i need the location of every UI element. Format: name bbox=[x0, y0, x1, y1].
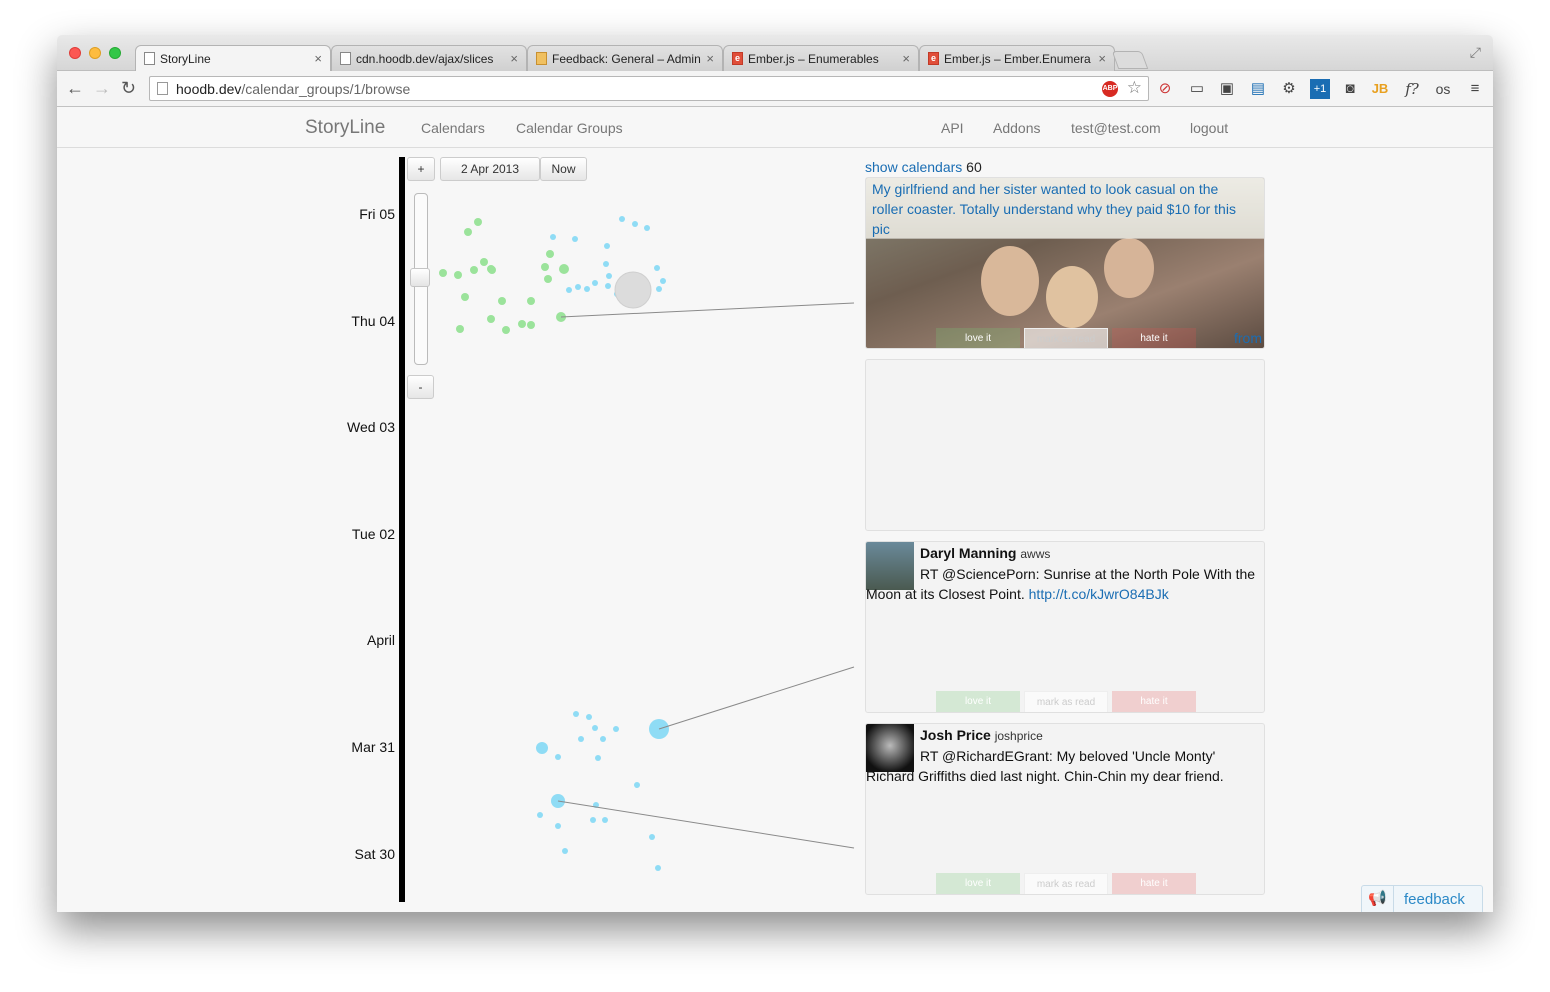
page-icon bbox=[340, 52, 351, 65]
author-handle[interactable]: awws bbox=[1020, 547, 1050, 561]
browser-toolbar: ← → ↻ hoodb.dev/calendar_groups/1/browse… bbox=[57, 71, 1493, 107]
from-link[interactable]: from bbox=[1234, 330, 1262, 346]
feedback-button[interactable]: 📢 feedback bbox=[1361, 885, 1483, 912]
tweet-card[interactable]: Josh Price joshprice RT @RichardEGrant: … bbox=[865, 723, 1265, 895]
close-tab-icon[interactable]: × bbox=[1098, 51, 1106, 66]
nav-logout[interactable]: logout bbox=[1190, 120, 1228, 136]
app-navbar: StoryLine Calendars Calendar Groups API … bbox=[57, 107, 1493, 148]
back-icon[interactable]: ← bbox=[66, 78, 84, 99]
tab-extension-icon[interactable]: ▭ bbox=[1187, 79, 1207, 99]
brand-logo[interactable]: StoryLine bbox=[305, 117, 385, 139]
mark-as-read-button[interactable]: mark as read bbox=[1024, 873, 1108, 894]
story-caption[interactable]: My girlfriend and her sister wanted to l… bbox=[866, 178, 1264, 239]
fullscreen-icon[interactable]: ⤢ bbox=[1470, 44, 1481, 61]
hate-it-button[interactable]: hate it bbox=[1112, 691, 1196, 712]
day-label: Thu 04 bbox=[351, 313, 395, 329]
nav-api[interactable]: API bbox=[941, 120, 964, 136]
nav-addons[interactable]: Addons bbox=[993, 120, 1040, 136]
photo-story-card[interactable]: My girlfriend and her sister wanted to l… bbox=[865, 177, 1265, 349]
adblock-icon[interactable]: ABP bbox=[1102, 81, 1118, 97]
tweet-link[interactable]: http://t.co/kJwrO84BJk bbox=[1029, 586, 1169, 602]
jb-icon[interactable]: JB bbox=[1370, 79, 1390, 99]
zoom-in-button[interactable]: + bbox=[407, 157, 435, 181]
author-name[interactable]: Daryl Manning bbox=[920, 545, 1016, 561]
mark-as-read-button[interactable]: mark as read bbox=[1024, 328, 1108, 348]
tweet-text: RT @RichardEGrant: My beloved 'Uncle Mon… bbox=[866, 748, 1224, 784]
day-label: Wed 03 bbox=[347, 419, 395, 435]
timeline-visualisation bbox=[439, 216, 855, 871]
page-icon bbox=[144, 52, 155, 65]
author-handle[interactable]: joshprice bbox=[995, 729, 1043, 743]
empty-story-card bbox=[865, 359, 1265, 531]
calendar-count: 60 bbox=[966, 159, 982, 175]
main-content: Fri 05 Thu 04 Wed 03 Tue 02 April Mar 31… bbox=[57, 148, 1493, 912]
show-calendars-link[interactable]: show calendars 60 bbox=[865, 159, 982, 175]
font-icon[interactable]: f? bbox=[1402, 79, 1422, 99]
plus-one-icon[interactable]: +1 bbox=[1310, 79, 1330, 99]
tab-ember-enumera[interactable]: e Ember.js – Ember.Enumera × bbox=[919, 45, 1115, 71]
close-tab-icon[interactable]: × bbox=[314, 51, 322, 66]
window-extension-icon[interactable]: ▣ bbox=[1217, 79, 1237, 99]
bookmark-star-icon[interactable]: ☆ bbox=[1127, 78, 1142, 98]
love-it-button[interactable]: love it bbox=[936, 691, 1020, 712]
hate-it-button[interactable]: hate it bbox=[1112, 328, 1196, 348]
date-picker-button[interactable]: 2 Apr 2013 bbox=[440, 157, 540, 181]
address-bar[interactable]: hoodb.dev/calendar_groups/1/browse ABP ☆ bbox=[149, 76, 1149, 101]
timeline-axis[interactable] bbox=[399, 157, 405, 902]
zoom-window-button[interactable] bbox=[109, 47, 121, 59]
hate-it-button[interactable]: hate it bbox=[1112, 873, 1196, 894]
day-label: Tue 02 bbox=[351, 526, 395, 542]
reload-icon[interactable]: ↻ bbox=[121, 78, 136, 99]
day-label: Mar 31 bbox=[351, 739, 395, 755]
os-icon[interactable]: os bbox=[1433, 79, 1453, 99]
close-tab-icon[interactable]: × bbox=[510, 51, 518, 66]
tab-ember-enumerables[interactable]: e Ember.js – Enumerables × bbox=[723, 45, 919, 71]
ember-icon: e bbox=[928, 52, 939, 65]
tab-storyline[interactable]: StoryLine × bbox=[135, 45, 331, 71]
extension-icon[interactable]: ⊘ bbox=[1155, 79, 1175, 99]
close-window-button[interactable] bbox=[69, 47, 81, 59]
mark-as-read-button[interactable]: mark as read bbox=[1024, 691, 1108, 712]
zoom-slider-handle[interactable] bbox=[410, 268, 430, 287]
day-label: April bbox=[366, 632, 395, 648]
megaphone-icon: 📢 bbox=[1362, 886, 1394, 912]
screen-extension-icon[interactable]: ▤ bbox=[1248, 79, 1268, 99]
tab-cdn[interactable]: cdn.hoodb.dev/ajax/slices × bbox=[331, 45, 527, 71]
day-label: Fri 05 bbox=[359, 206, 395, 222]
tab-feedback[interactable]: Feedback: General – Admin × bbox=[527, 45, 723, 71]
day-label: Sat 30 bbox=[354, 846, 395, 862]
nav-calendar-groups[interactable]: Calendar Groups bbox=[516, 120, 623, 136]
tab-strip: StoryLine × cdn.hoodb.dev/ajax/slices × … bbox=[57, 35, 1493, 71]
pocket-icon[interactable]: ◙ bbox=[1340, 79, 1360, 99]
now-button[interactable]: Now bbox=[540, 157, 587, 181]
close-tab-icon[interactable]: × bbox=[902, 51, 910, 66]
page-icon bbox=[157, 82, 168, 95]
tweet-card[interactable]: Daryl Manning awws RT @SciencePorn: Sunr… bbox=[865, 541, 1265, 713]
nav-calendars[interactable]: Calendars bbox=[421, 120, 485, 136]
nav-user-email[interactable]: test@test.com bbox=[1071, 120, 1161, 136]
love-it-button[interactable]: love it bbox=[936, 328, 1020, 348]
menu-icon[interactable]: ≡ bbox=[1465, 79, 1485, 99]
forward-icon[interactable]: → bbox=[93, 78, 111, 99]
gear-icon[interactable]: ⚙ bbox=[1279, 79, 1299, 99]
close-tab-icon[interactable]: × bbox=[706, 51, 714, 66]
new-tab-button[interactable] bbox=[1111, 51, 1149, 69]
browser-window: StoryLine × cdn.hoodb.dev/ajax/slices × … bbox=[57, 35, 1493, 912]
zoom-out-button[interactable]: - bbox=[407, 375, 434, 399]
tweet-text: RT @SciencePorn: Sunrise at the North Po… bbox=[866, 566, 1256, 602]
love-it-button[interactable]: love it bbox=[936, 873, 1020, 894]
feedback-icon bbox=[536, 52, 547, 65]
minimize-window-button[interactable] bbox=[89, 47, 101, 59]
author-name[interactable]: Josh Price bbox=[920, 727, 991, 743]
ember-icon: e bbox=[732, 52, 743, 65]
